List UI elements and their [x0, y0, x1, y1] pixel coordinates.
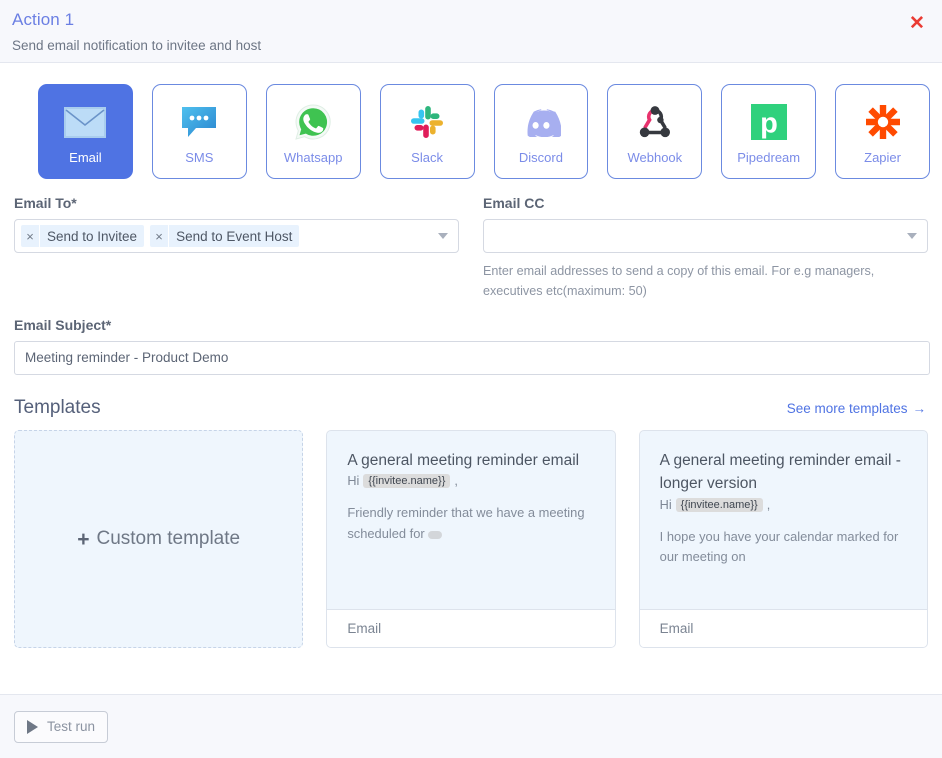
templates-list: + Custom template A general meeting remi… — [12, 419, 930, 649]
template-card-footer: Email — [639, 609, 927, 648]
custom-template-inner: + Custom template — [77, 528, 240, 550]
webhook-icon — [636, 99, 674, 145]
action-footer: Test run — [0, 694, 942, 758]
channel-label: Webhook — [627, 150, 683, 165]
template-preview-body: Friendly reminder that we have a meeting… — [347, 505, 585, 542]
test-run-label: Test run — [47, 719, 96, 734]
page-title: Action 1 — [12, 10, 75, 29]
template-card[interactable]: A general meeting reminder email Hi {{in… — [326, 430, 616, 649]
discord-icon — [521, 99, 561, 145]
chevron-down-icon[interactable] — [438, 233, 448, 239]
email-cc-label: Email CC — [483, 195, 545, 211]
email-cc-helper-text: Enter email addresses to send a copy of … — [483, 264, 875, 298]
arrow-right-icon: → — [912, 401, 927, 417]
channel-label: Slack — [411, 150, 443, 165]
channel-tab-email[interactable]: Email — [38, 84, 133, 179]
template-title: A general meeting reminder email — [347, 452, 580, 470]
template-greeting: Hi {{invitee.name}} , — [659, 497, 907, 512]
channel-label: Discord — [518, 150, 563, 165]
sms-icon — [179, 99, 219, 145]
channel-label: Email — [69, 150, 102, 165]
slack-icon — [409, 99, 445, 145]
channel-tab-discord[interactable]: Discord — [493, 84, 589, 179]
email-cc-group: Email CC Enter email addresses to send a… — [483, 195, 928, 301]
play-icon — [27, 719, 38, 734]
email-to-label: Email To* — [14, 195, 77, 211]
action-body: Email SMS Whatsapp Slack Discord Webhook… — [0, 63, 942, 694]
action-header: Action 1 Send email notification to invi… — [0, 0, 942, 63]
template-card-footer: Email — [327, 609, 615, 648]
see-more-templates-label: See more templates — [786, 401, 908, 417]
email-subject-input[interactable] — [14, 341, 930, 376]
channel-tab-whatsapp[interactable]: Whatsapp — [265, 84, 361, 179]
chip-label: Send to Event Host — [176, 228, 293, 244]
template-card-body: A general meeting reminder email Hi {{in… — [327, 431, 614, 609]
custom-template-card[interactable]: + Custom template — [14, 430, 304, 649]
svg-text:p: p — [760, 108, 778, 140]
template-token: {{invitee.name}} — [675, 497, 763, 512]
template-preview-text: Friendly reminder that we have a meeting… — [347, 503, 594, 545]
greeting-suffix: , — [766, 497, 771, 512]
token-placeholder-icon — [427, 530, 442, 539]
email-subject-group: Email Subject* — [12, 301, 930, 376]
whatsapp-icon — [294, 99, 332, 145]
recipient-chip[interactable]: × Send to Invitee — [21, 225, 145, 247]
greeting-prefix: Hi — [347, 474, 360, 489]
template-card[interactable]: A general meeting reminder email - longe… — [638, 430, 928, 649]
channel-tab-sms[interactable]: SMS — [151, 84, 247, 179]
close-icon[interactable]: ✕ — [906, 12, 928, 34]
email-to-group: Email To* × Send to Invitee × Send to Ev… — [14, 195, 459, 301]
see-more-templates-link[interactable]: See more templates → — [787, 401, 926, 416]
template-card-body: A general meeting reminder email - longe… — [640, 431, 927, 609]
zapier-icon — [864, 99, 902, 145]
chip-label: Send to Invitee — [47, 228, 138, 244]
channel-tab-webhook[interactable]: Webhook — [607, 84, 703, 179]
test-run-button[interactable]: Test run — [14, 710, 109, 743]
template-title: A general meeting reminder email - longe… — [659, 452, 901, 493]
templates-header: Templates See more templates → — [12, 375, 930, 419]
recipient-chip[interactable]: × Send to Event Host — [150, 225, 300, 247]
channel-label: SMS — [185, 150, 214, 165]
channel-tab-zapier[interactable]: Zapier — [835, 84, 930, 179]
email-cc-select[interactable] — [483, 219, 928, 253]
template-preview-text: I hope you have your calendar marked for… — [660, 527, 907, 569]
chip-remove-icon[interactable]: × — [21, 225, 40, 247]
channel-selector: Email SMS Whatsapp Slack Discord Webhook… — [12, 63, 930, 179]
template-token: {{invitee.name}} — [363, 474, 451, 489]
email-icon — [64, 99, 107, 145]
plus-icon: + — [77, 527, 90, 551]
greeting-prefix: Hi — [659, 497, 672, 512]
channel-label: Pipedream — [737, 150, 801, 165]
channel-label: Zapier — [864, 150, 901, 165]
custom-template-label: Custom template — [96, 528, 241, 550]
pipedream-icon: p — [750, 99, 787, 145]
chip-remove-icon[interactable]: × — [150, 225, 170, 247]
action-subtitle: Send email notification to invitee and h… — [12, 38, 262, 53]
email-to-select[interactable]: × Send to Invitee × Send to Event Host — [14, 219, 459, 253]
recipients-row: Email To* × Send to Invitee × Send to Ev… — [12, 179, 930, 301]
email-subject-label: Email Subject* — [14, 317, 112, 334]
greeting-suffix: , — [454, 474, 458, 489]
chevron-down-icon[interactable] — [907, 233, 917, 239]
channel-tab-pipedream[interactable]: p Pipedream — [721, 84, 817, 179]
channel-label: Whatsapp — [283, 150, 343, 165]
templates-title: Templates — [14, 397, 101, 419]
template-preview-body: I hope you have your calendar marked for… — [659, 528, 899, 565]
template-greeting: Hi {{invitee.name}} , — [347, 474, 594, 489]
channel-tab-slack[interactable]: Slack — [379, 84, 475, 179]
